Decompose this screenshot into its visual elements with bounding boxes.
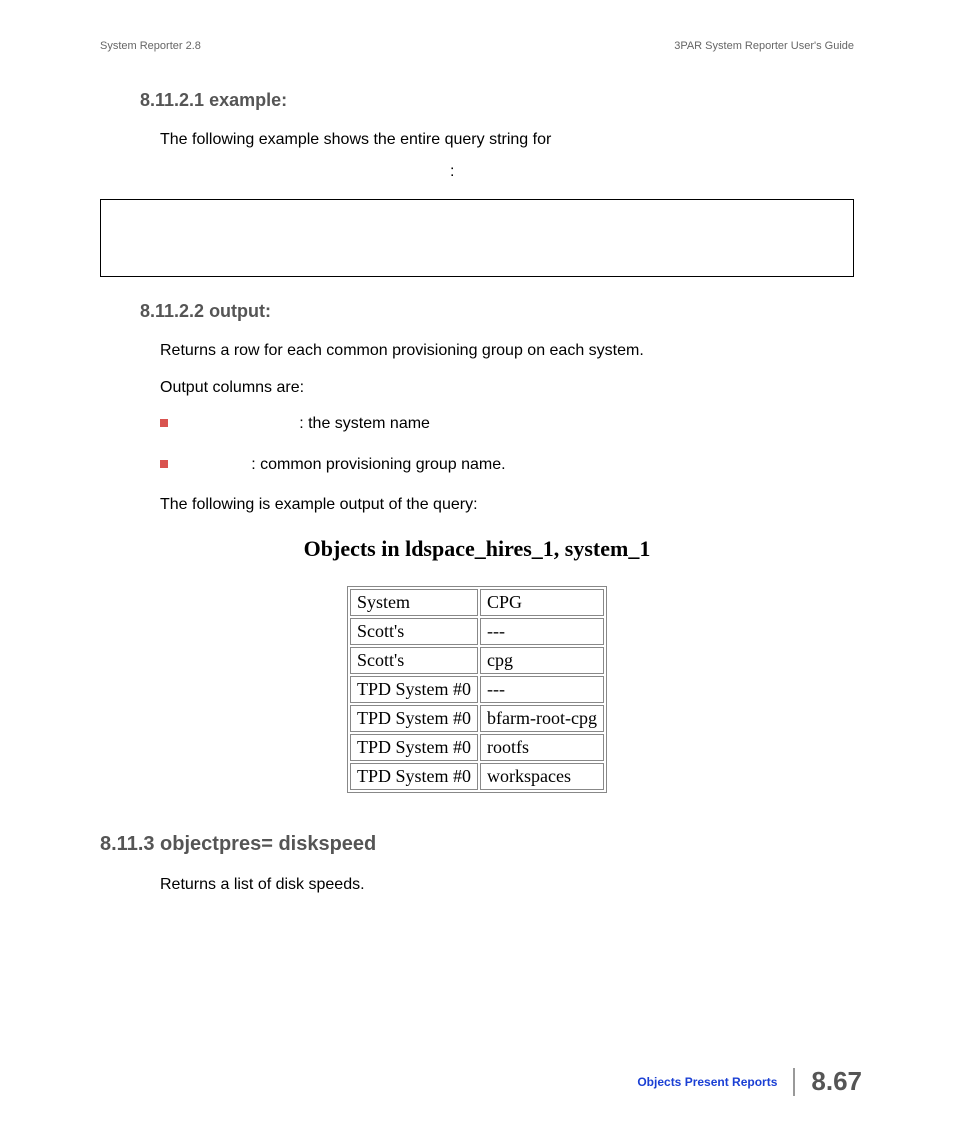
bullet-text: : the system name <box>299 415 430 432</box>
table-row: SystemCPG <box>350 589 604 616</box>
table-row: TPD System #0--- <box>350 676 604 703</box>
page-content: 8.11.2.1 example: The following example … <box>100 90 854 911</box>
example-intro: The following example shows the entire q… <box>160 129 854 151</box>
table-cell: TPD System #0 <box>350 763 478 790</box>
table-cell: CPG <box>480 589 604 616</box>
table-cell: TPD System #0 <box>350 734 478 761</box>
table-cell: --- <box>480 676 604 703</box>
table-cell: TPD System #0 <box>350 705 478 732</box>
table-cell: --- <box>480 618 604 645</box>
table-row: Scott's--- <box>350 618 604 645</box>
output-line2: Output columns are: <box>160 377 854 399</box>
table-title: Objects in ldspace_hires_1, system_1 <box>304 536 651 562</box>
table-cell: cpg <box>480 647 604 674</box>
table-cell: bfarm-root-cpg <box>480 705 604 732</box>
table-row: TPD System #0bfarm-root-cpg <box>350 705 604 732</box>
output-line3: The following is example output of the q… <box>160 494 854 516</box>
table-cell: System <box>350 589 478 616</box>
page-footer: Objects Present Reports 8.67 <box>637 1066 862 1097</box>
code-box <box>100 199 854 277</box>
footer-page-number: 8.67 <box>795 1066 862 1097</box>
diskspeed-text: Returns a list of disk speeds. <box>160 874 854 896</box>
table-cell: workspaces <box>480 763 604 790</box>
heading-diskspeed: 8.11.3 objectpres= diskspeed <box>100 833 854 856</box>
table-row: TPD System #0rootfs <box>350 734 604 761</box>
heading-example: 8.11.2.1 example: <box>140 90 854 111</box>
table-cell: Scott's <box>350 647 478 674</box>
list-item: : the system name <box>160 413 854 435</box>
header-right: 3PAR System Reporter User's Guide <box>674 40 854 52</box>
output-line1: Returns a row for each common provisioni… <box>160 340 854 362</box>
list-item: : common provisioning group name. <box>160 454 854 476</box>
output-bullets: : the system name : common provisioning … <box>160 413 854 476</box>
bullet-text: : common provisioning group name. <box>251 456 505 473</box>
table-row: Scott'scpg <box>350 647 604 674</box>
example-intro-continue: : <box>160 163 854 181</box>
output-table: SystemCPG Scott's--- Scott'scpg TPD Syst… <box>347 586 607 793</box>
footer-label: Objects Present Reports <box>637 1068 795 1096</box>
table-row: TPD System #0workspaces <box>350 763 604 790</box>
table-cell: rootfs <box>480 734 604 761</box>
table-cell: TPD System #0 <box>350 676 478 703</box>
header-left: System Reporter 2.8 <box>100 40 201 52</box>
table-cell: Scott's <box>350 618 478 645</box>
page-header: System Reporter 2.8 3PAR System Reporter… <box>0 40 954 52</box>
output-table-wrap: Objects in ldspace_hires_1, system_1 Sys… <box>100 536 854 793</box>
heading-output: 8.11.2.2 output: <box>140 301 854 322</box>
